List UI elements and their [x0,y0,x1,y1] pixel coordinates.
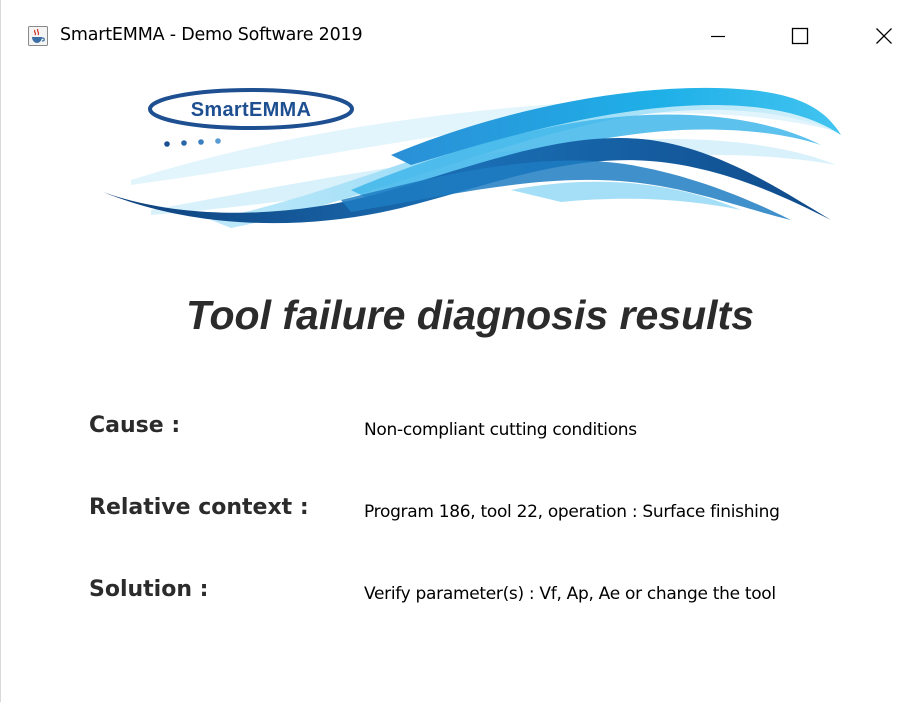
java-cup-icon[interactable] [28,26,48,46]
close-button[interactable] [864,18,904,54]
relative-context-value: Program 186, tool 22, operation : Surfac… [364,502,780,522]
smartemma-logo-text: SmartEMMA [190,99,312,121]
relative-context-label: Relative context : [89,495,309,520]
close-icon [876,28,892,44]
window-title: SmartEMMA - Demo Software 2019 [60,25,363,45]
page-heading: Tool failure diagnosis results [185,292,755,338]
title-bar[interactable]: SmartEMMA - Demo Software 2019 [1,0,913,70]
minimize-button[interactable] [698,18,738,54]
solution-label: Solution : [89,577,209,602]
logo-dots [164,138,221,147]
cause-value: Non-compliant cutting conditions [364,420,637,440]
solution-value: Verify parameter(s) : Vf, Ap, Ae or chan… [364,584,776,604]
minimize-icon [711,35,725,38]
maximize-icon [791,27,809,45]
maximize-button[interactable] [780,18,820,54]
cause-label: Cause : [89,413,181,438]
app-window: SmartEMMA - Demo Software 2019 SmartEMMA… [0,0,913,702]
